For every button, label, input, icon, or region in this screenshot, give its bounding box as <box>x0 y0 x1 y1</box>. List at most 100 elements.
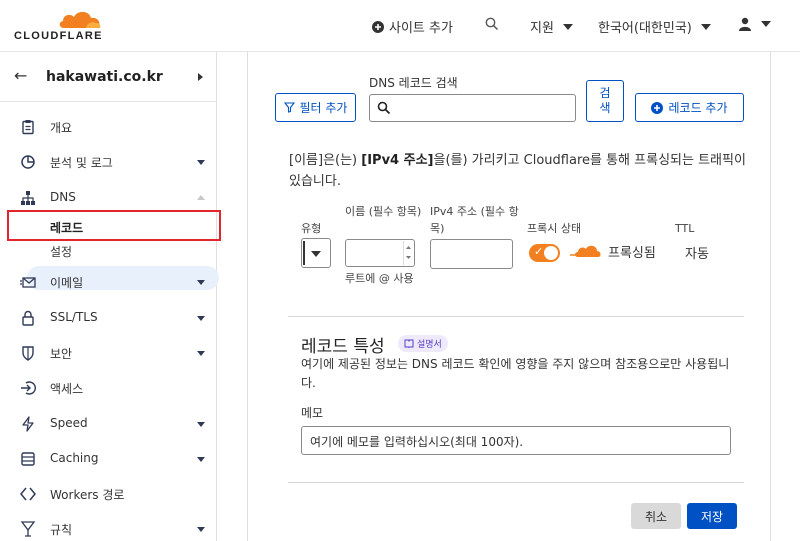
description-bold: [IPv4 주소] <box>361 153 434 168</box>
workers-icon <box>20 487 36 501</box>
record-attributes-title: 레코드 특성 <box>301 337 385 357</box>
sidebar-item-label: 분석 및 로그 <box>50 156 113 170</box>
proxied-cloud-icon <box>570 245 601 257</box>
chevron-down-icon <box>761 21 771 27</box>
chevron-down-icon <box>197 351 205 356</box>
sidebar-item-label: 이메일 <box>50 276 84 290</box>
type-select[interactable] <box>301 238 331 268</box>
top-bar: CLOUDFLARE 사이트 추가 지원 한국어(대한민국) <box>0 0 800 52</box>
add-record-label: 레코드 추가 <box>668 101 728 115</box>
sidebar-item-workers-routes[interactable]: Workers 경로 <box>0 480 216 508</box>
sidebar-item-overview[interactable]: 개요 <box>0 113 216 141</box>
sidebar-item-ssl-tls[interactable]: SSL/TLS <box>0 304 216 332</box>
search-submit-button[interactable]: 검색 <box>586 80 624 122</box>
filter-icon <box>283 102 295 113</box>
back-arrow-icon[interactable]: ← <box>14 66 27 85</box>
sidebar-subitem-settings[interactable]: 설정 <box>50 243 72 260</box>
support-label: 지원 <box>530 21 554 36</box>
chevron-down-icon <box>311 251 321 257</box>
sidebar-item-security[interactable]: 보안 <box>0 339 216 367</box>
main-panel: 필터 추가 DNS 레코드 검색 검색 레코드 추가 [이름]은(는) [IPv… <box>247 52 771 541</box>
sidebar-item-speed[interactable]: Speed <box>0 410 216 438</box>
section-divider <box>288 482 744 483</box>
sidebar-item-label: Workers 경로 <box>50 488 125 502</box>
sidebar-item-label: Speed <box>50 416 88 430</box>
zone-selector[interactable]: ← hakawati.co.kr <box>0 52 216 102</box>
logo-text: CLOUDFLARE <box>14 30 103 42</box>
description-prefix: [이름]은(는) <box>289 153 362 168</box>
lightning-icon <box>22 416 34 432</box>
sidebar-item-dns[interactable]: DNS <box>0 184 216 212</box>
sidebar-item-label: DNS <box>50 190 76 204</box>
language-label: 한국어(대한민국) <box>598 21 692 36</box>
proxy-toggle[interactable]: ✓ <box>529 244 560 262</box>
cloudflare-logo[interactable]: CLOUDFLARE <box>14 8 110 44</box>
section-divider <box>288 316 744 317</box>
shield-icon <box>22 346 34 361</box>
access-icon <box>21 381 36 395</box>
proxy-status-value: 프록싱됨 <box>608 246 656 261</box>
memo-input[interactable]: 여기에 메모를 입력하십시오(최대 100자). <box>301 426 731 455</box>
sidebar-item-analytics[interactable]: 분석 및 로그 <box>0 148 216 176</box>
chevron-down-icon <box>700 23 711 30</box>
dns-search-label: DNS 레코드 검색 <box>369 76 458 90</box>
chevron-down-icon <box>562 23 573 30</box>
save-button[interactable]: 저장 <box>687 503 737 529</box>
add-record-button[interactable]: 레코드 추가 <box>635 93 744 122</box>
book-icon <box>404 339 414 348</box>
sidebar-item-label: 개요 <box>50 121 73 135</box>
cancel-button[interactable]: 취소 <box>631 503 681 529</box>
search-button[interactable] <box>485 17 499 31</box>
sidebar-item-label: 보안 <box>50 347 73 361</box>
chevron-down-icon <box>197 160 205 165</box>
support-menu[interactable]: 지원 <box>530 17 573 36</box>
docs-badge-label: 설명서 <box>417 340 442 350</box>
name-label: 이름 (필수 항목) <box>345 205 422 218</box>
sidebar-item-label: Caching <box>50 451 99 465</box>
email-icon <box>20 277 36 288</box>
filter-add-button[interactable]: 필터 추가 <box>275 93 356 122</box>
type-label: 유형 <box>301 222 322 235</box>
name-hint: 루트에 @ 사용 <box>345 272 414 285</box>
user-icon <box>739 17 751 31</box>
name-input[interactable] <box>345 239 415 267</box>
sidebar-item-email[interactable]: 이메일 <box>0 268 216 296</box>
chevron-down-icon <box>197 422 205 427</box>
rules-icon <box>20 521 36 537</box>
sidebar: ← hakawati.co.kr 개요 분석 및 로그 DNS 레코드 설정 이… <box>0 52 219 541</box>
spinner-control[interactable] <box>403 241 413 265</box>
sidebar-item-label: SSL/TLS <box>50 310 98 324</box>
chevron-up-icon <box>197 195 205 200</box>
record-description: [이름]은(는) [IPv4 주소]을(를) 가리키고 Cloudflare를 … <box>289 150 749 192</box>
chevron-right-icon <box>198 73 203 81</box>
cloud-logo-icon <box>59 11 101 28</box>
clipboard-icon <box>22 120 34 135</box>
ttl-label: TTL <box>675 222 695 235</box>
search-submit-label: 검색 <box>599 86 611 115</box>
chevron-down-icon <box>197 527 205 532</box>
sidebar-item-label: 규칙 <box>50 523 73 537</box>
dns-network-icon <box>21 191 35 205</box>
add-site-button[interactable]: 사이트 추가 <box>372 17 453 36</box>
chevron-down-icon <box>197 280 205 285</box>
dns-search-input[interactable] <box>369 94 576 122</box>
filter-add-label: 필터 추가 <box>299 101 348 115</box>
spinner-arrows-icon <box>406 246 411 259</box>
toggle-knob <box>544 246 558 260</box>
records-highlight-box <box>7 210 221 241</box>
record-attributes-description: 여기에 제공된 정보는 DNS 레코드 확인에 영향을 주지 않으며 참조용으로… <box>301 357 730 390</box>
analytics-icon <box>21 155 35 169</box>
docs-badge[interactable]: 설명서 <box>398 335 448 352</box>
sidebar-item-access[interactable]: 액세스 <box>0 374 216 402</box>
ipv4-input[interactable] <box>430 239 513 269</box>
user-menu[interactable] <box>738 17 771 31</box>
add-site-label: 사이트 추가 <box>389 21 453 36</box>
sidebar-item-label: 액세스 <box>50 382 84 396</box>
check-icon: ✓ <box>534 245 544 258</box>
sidebar-item-rules[interactable]: 규칙 <box>0 515 216 541</box>
plus-circle-icon <box>372 20 384 33</box>
sidebar-item-caching[interactable]: Caching <box>0 445 216 473</box>
chevron-down-icon <box>197 316 205 321</box>
language-menu[interactable]: 한국어(대한민국) <box>598 17 711 36</box>
select-edge <box>303 241 305 265</box>
